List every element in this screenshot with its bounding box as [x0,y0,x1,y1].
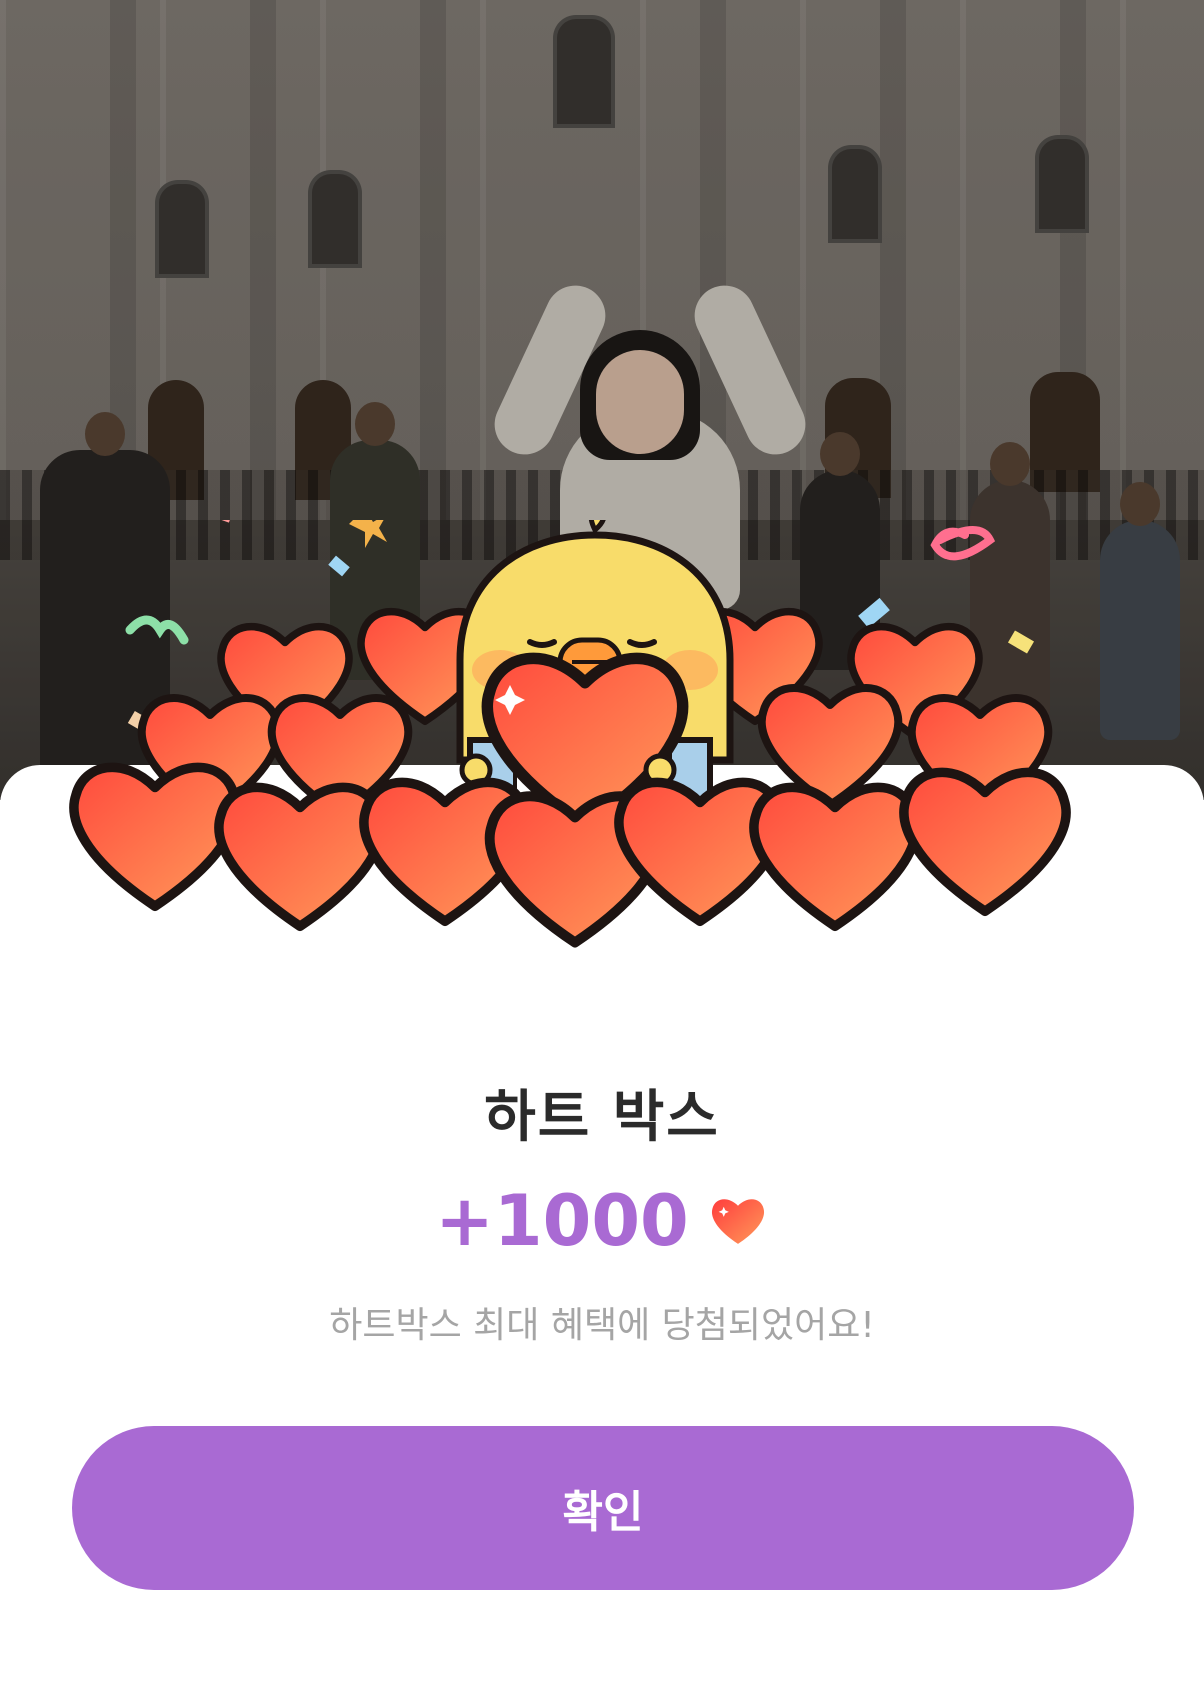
reward-description: 하트박스 최대 혜택에 당첨되었어요! [329,1305,875,1346]
confirm-button[interactable]: 확인 [72,1426,1134,1590]
heart-box-illustration [60,520,1140,1020]
reward-amount-row: +1000 [0,1180,1204,1262]
heart-icon [711,1199,764,1244]
reward-amount: +1000 [435,1180,689,1262]
reward-title: 하트 박스 [484,1085,720,1150]
